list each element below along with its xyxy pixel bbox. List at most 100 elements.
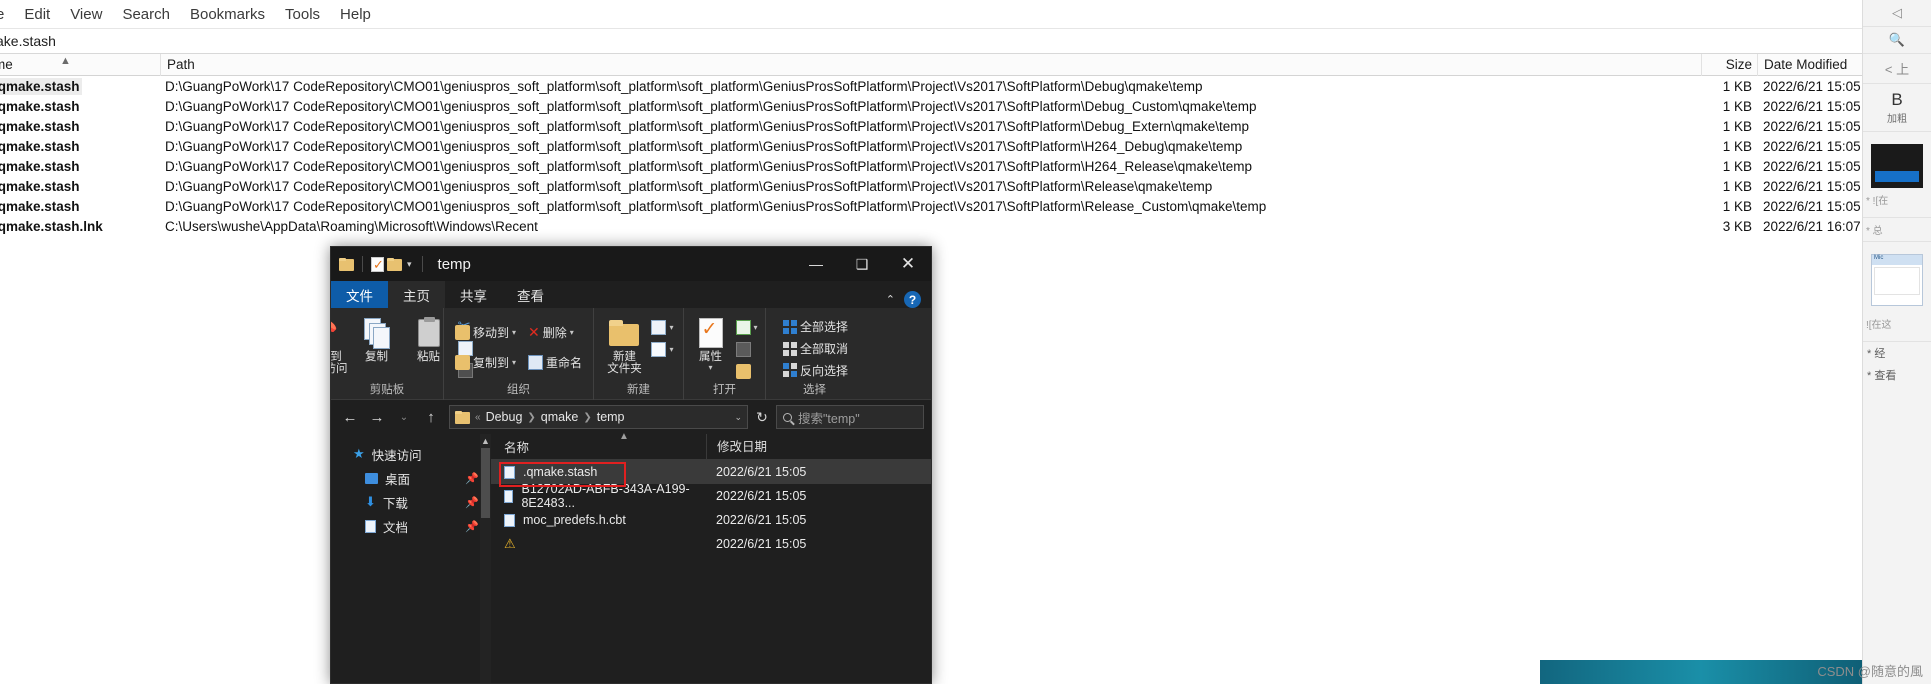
column-header-date-modified[interactable]: Date Modified [1757, 53, 1862, 76]
address-bar[interactable]: « Debug ❯ qmake ❯ temp ⌄ [449, 405, 748, 429]
cell-path: D:\GuangPoWork\17 CodeRepository\CMO01\g… [165, 78, 1203, 94]
explorer-title-bar[interactable]: ✓ ▾ temp — ❑ ✕ [331, 247, 931, 281]
properties-qat-icon[interactable]: ✓ [371, 256, 384, 272]
edit-button[interactable] [733, 338, 761, 360]
sidebar-item-downloads[interactable]: ⬇ 下载 📌 [331, 490, 491, 514]
copy-to-caret-icon[interactable]: ▾ [512, 358, 516, 367]
forward-button[interactable]: → [365, 405, 389, 429]
sidebar-item-quick-access[interactable]: ★ 快速访问 [331, 442, 491, 466]
sidebar-item-documents[interactable]: 文档 📌 [331, 514, 491, 538]
pin-to-quick-access-button[interactable]: 📌 固定到 快速访问 [331, 311, 351, 376]
menu-item-0[interactable]: e [0, 4, 14, 25]
breadcrumb-qmake[interactable]: qmake [541, 410, 579, 424]
delete-button[interactable]: ✕ 删除 ▾ [525, 321, 577, 343]
easy-access-caret-icon[interactable]: ▾ [669, 345, 673, 354]
scrollbar-thumb[interactable] [481, 448, 490, 518]
properties-caret-icon[interactable]: ▾ [708, 363, 712, 372]
table-row[interactable]: .qmake.stash D:\GuangPoWork\17 CodeReposi… [0, 76, 1862, 96]
recent-locations-button[interactable]: ⌄ [392, 405, 416, 429]
maximize-button[interactable]: ❑ [839, 247, 885, 281]
new-folder-button[interactable]: 新建 文件夹 [600, 311, 648, 375]
menu-item-help[interactable]: Help [330, 4, 381, 25]
quick-access-toolbar: ✓ ▾ [339, 256, 428, 272]
minimize-button[interactable]: — [793, 247, 839, 281]
copy-to-icon [454, 354, 470, 370]
column-header-name[interactable]: me ▲ [0, 54, 160, 76]
new-item-button[interactable]: ▾ [648, 316, 676, 338]
qat-chevron-down-icon[interactable]: ▾ [405, 259, 414, 270]
table-row[interactable]: .qmake.stash.lnk C:\Users\wushe\AppData\R… [0, 216, 1862, 236]
panel-search-icon[interactable]: 🔍 [1863, 27, 1931, 54]
breadcrumb-temp[interactable]: temp [597, 410, 625, 424]
table-row[interactable]: .qmake.stash D:\GuangPoWork\17 CodeReposi… [0, 136, 1862, 156]
ribbon-group-label-organize: 组织 [507, 384, 530, 396]
tab-file[interactable]: 文件 [331, 281, 388, 308]
downloads-pin-icon[interactable]: 📌 [465, 496, 479, 509]
close-button[interactable]: ✕ [885, 247, 931, 281]
desktop-pin-icon[interactable]: 📌 [465, 472, 479, 485]
properties-button[interactable]: 属性 ▾ [689, 311, 733, 372]
cell-name: .qmake.stash [0, 158, 80, 174]
column-header-path[interactable]: Path [160, 53, 1701, 76]
open-with-caret-icon[interactable]: ▾ [754, 323, 758, 332]
new-item-caret-icon[interactable]: ▾ [669, 323, 673, 332]
table-row[interactable]: .qmake.stash D:\GuangPoWork\17 CodeReposi… [0, 116, 1862, 136]
cell-name: .qmake.stash [0, 178, 80, 194]
sidebar-scrollbar[interactable]: ▲ [480, 434, 491, 683]
collapse-ribbon-icon[interactable]: ⌃ [886, 293, 895, 306]
select-none-button[interactable]: 全部取消 [780, 338, 851, 360]
back-button[interactable]: ← [338, 405, 362, 429]
up-button[interactable]: ↑ [419, 405, 443, 429]
breadcrumb-debug[interactable]: Debug [486, 410, 523, 424]
tab-share[interactable]: 共享 [445, 281, 502, 308]
documents-pin-icon[interactable]: 📌 [465, 520, 479, 533]
explorer-file-list: 名称 修改日期 ▲ .qmake.stash 2022/6/21 15:05 B12… [491, 431, 931, 683]
explorer-app-icon [339, 257, 354, 271]
table-row[interactable]: .qmake.stash D:\GuangPoWork\17 CodeReposi… [0, 196, 1862, 216]
file-list-item[interactable]: .qmake.stash 2022/6/21 15:05 [491, 460, 931, 484]
sidebar-item-desktop[interactable]: 桌面 📌 [331, 466, 491, 490]
panel-bold-tool[interactable]: B 加粗 [1863, 84, 1931, 132]
table-row[interactable]: .qmake.stash D:\GuangPoWork\17 CodeReposi… [0, 156, 1862, 176]
open-with-button[interactable]: ▾ [733, 316, 761, 338]
scroll-up-icon[interactable]: ▲ [480, 434, 491, 446]
move-to-label: 移动到 [472, 325, 509, 340]
search-input[interactable]: ake.stash [0, 29, 1862, 54]
tab-view[interactable]: 查看 [502, 281, 559, 308]
panel-prev-link[interactable]: < 上 [1863, 54, 1931, 84]
move-to-caret-icon[interactable]: ▾ [512, 328, 516, 337]
invert-selection-button[interactable]: 反向选择 [780, 359, 851, 381]
menu-item-edit[interactable]: Edit [14, 4, 60, 25]
tab-home[interactable]: 主页 [388, 281, 445, 308]
history-button[interactable] [733, 360, 761, 382]
copy-to-button[interactable]: 复制到 ▾ [452, 351, 519, 373]
address-dropdown-icon[interactable]: ⌄ [734, 412, 742, 423]
menu-item-tools[interactable]: Tools [275, 4, 330, 25]
file-list-item[interactable]: moc_predefs.h.cbt 2022/6/21 15:05 [491, 508, 931, 532]
move-to-button[interactable]: 移动到 ▾ [452, 321, 519, 343]
file-column-date[interactable]: 修改日期 [706, 433, 866, 460]
menu-item-view[interactable]: View [60, 4, 112, 25]
easy-access-button[interactable]: ▾ [648, 338, 676, 360]
refresh-button[interactable]: ↻ [751, 409, 773, 426]
file-list-item[interactable]: B12702AD-ABFB-343A-A199-8E2483... 2022/6/… [491, 482, 931, 510]
properties-label: 属性 [699, 351, 722, 363]
new-folder-qat-icon[interactable] [387, 257, 402, 271]
menu-item-bookmarks[interactable]: Bookmarks [180, 4, 275, 25]
select-all-button[interactable]: 全部选择 [780, 316, 851, 338]
panel-back-icon[interactable]: ◁ [1863, 0, 1931, 27]
help-icon[interactable]: ? [904, 291, 921, 308]
column-header-size[interactable]: Size [1701, 53, 1757, 76]
rename-button[interactable]: 重命名 [525, 351, 585, 373]
table-row[interactable]: .qmake.stash D:\GuangPoWork\17 CodeReposi… [0, 176, 1862, 196]
explorer-search-box[interactable]: 搜索"temp" [776, 405, 924, 429]
cell-date: 2022/6/21 16:07 [1763, 218, 1861, 234]
copy-button[interactable]: 复制 [351, 311, 403, 363]
file-column-name[interactable]: 名称 [491, 437, 706, 456]
delete-caret-icon[interactable]: ▾ [570, 328, 574, 337]
table-row[interactable]: .qmake.stash D:\GuangPoWork\17 CodeReposi… [0, 96, 1862, 116]
file-list-item[interactable]: ⚠ 2022/6/21 15:05 [491, 532, 931, 556]
ribbon-group-new: 新建 文件夹 ▾ ▾ 新建 [593, 308, 683, 400]
file-list-header: 名称 修改日期 ▲ [491, 431, 931, 460]
menu-item-search[interactable]: Search [112, 4, 180, 25]
